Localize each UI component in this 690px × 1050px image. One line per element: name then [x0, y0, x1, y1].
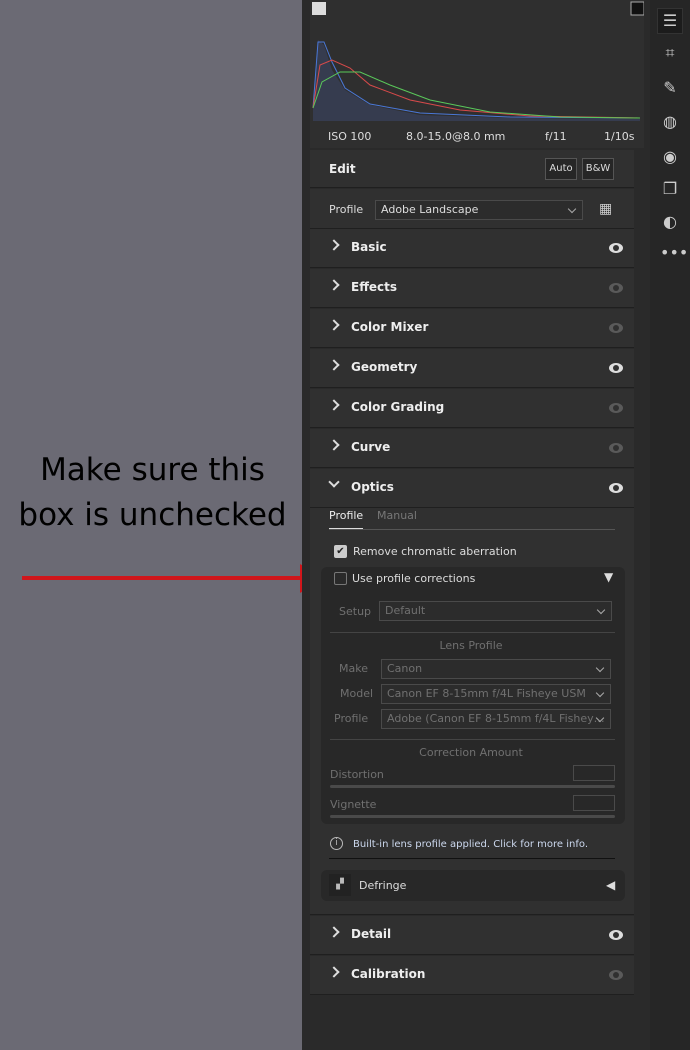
edit-title: Edit [329, 162, 356, 176]
section-color-mixer[interactable]: Color Mixer [310, 309, 634, 348]
divider [330, 739, 615, 740]
optics-body: Profile Manual ✔ Remove chromatic aberra… [310, 508, 634, 915]
masking-icon[interactable]: ◍ [660, 112, 680, 132]
distortion-label: Distortion [330, 768, 384, 781]
tab-manual[interactable]: Manual [377, 509, 417, 522]
chevron-right-icon [328, 359, 340, 371]
section-geometry[interactable]: Geometry [310, 349, 634, 388]
more-icon[interactable]: ••• [660, 243, 688, 263]
section-label: Geometry [351, 360, 418, 374]
setup-dropdown[interactable]: Default [379, 601, 612, 621]
aperture-readout: f/11 [545, 130, 567, 143]
section-label: Color Grading [351, 400, 445, 414]
eye-icon[interactable] [609, 323, 623, 333]
profile-dropdown[interactable]: Adobe Landscape [375, 200, 583, 220]
bw-button[interactable]: B&W [582, 158, 614, 180]
right-toolbar: ☰ ⌗ ✎ ◍ ◉ ❐ ◐ ••• [650, 0, 690, 1050]
vignette-slider[interactable] [330, 815, 615, 818]
use-profile-corrections-label: Use profile corrections [352, 572, 476, 585]
model-label: Model [340, 687, 374, 700]
eye-icon[interactable] [609, 363, 623, 373]
eye-icon[interactable] [609, 403, 623, 413]
expand-triangle-icon[interactable]: ◀ [606, 878, 615, 892]
histogram: ISO 100 8.0-15.0@8.0 mm f/11 1/10s [310, 0, 644, 148]
eye-icon[interactable] [609, 930, 623, 940]
section-color-grading[interactable]: Color Grading [310, 389, 634, 428]
chevron-right-icon [328, 439, 340, 451]
eye-icon[interactable] [609, 443, 623, 453]
vignette-value-field[interactable] [573, 795, 615, 811]
chevron-right-icon [328, 319, 340, 331]
make-dropdown[interactable]: Canon [381, 659, 611, 679]
profile-browser-icon[interactable]: ▦ [599, 201, 612, 217]
chevron-right-icon [328, 399, 340, 411]
lens-profile-heading: Lens Profile [439, 639, 503, 652]
profile-label: Profile [329, 203, 364, 216]
edit-header: Edit Auto B&W [310, 150, 634, 188]
section-curve[interactable]: Curve [310, 429, 634, 468]
edit-sliders-icon[interactable]: ☰ [657, 8, 683, 34]
section-detail[interactable]: Detail [310, 916, 634, 955]
section-basic[interactable]: Basic [310, 229, 634, 268]
annotation-arrow [22, 564, 324, 593]
defringe-label: Defringe [359, 879, 407, 892]
model-dropdown[interactable]: Canon EF 8-15mm f/4L Fisheye USM [381, 684, 611, 704]
section-label: Detail [351, 927, 392, 941]
lens-profile-dropdown[interactable]: Adobe (Canon EF 8-15mm f/4L Fishey… [381, 709, 611, 729]
info-icon: i [330, 837, 343, 850]
snapshots-icon[interactable]: ❐ [660, 179, 680, 199]
lens-profile-label: Profile [334, 712, 369, 725]
profile-row: Profile Adobe Landscape ▦ [310, 189, 634, 229]
tab-divider [329, 529, 615, 530]
remove-ca-checkbox[interactable]: ✔ [334, 545, 347, 558]
highlight-clipping-icon[interactable] [630, 1, 644, 16]
section-label: Basic [351, 240, 387, 254]
chevron-right-icon [328, 966, 340, 978]
section-label: Optics [351, 480, 394, 494]
vignette-label: Vignette [330, 798, 377, 811]
chevron-right-icon [328, 926, 340, 938]
lens-info-link[interactable]: Built-in lens profile applied. Click for… [353, 839, 588, 850]
chevron-right-icon [328, 279, 340, 291]
divider [330, 632, 615, 633]
red-eye-icon[interactable]: ◉ [660, 147, 680, 167]
use-profile-corrections-checkbox[interactable] [334, 572, 347, 585]
defringe-icon: ▞ [329, 874, 351, 896]
setup-label: Setup [339, 605, 372, 618]
eye-icon[interactable] [609, 483, 623, 493]
section-label: Curve [351, 440, 391, 454]
chevron-right-icon [328, 239, 340, 251]
shutter-readout: 1/10s [604, 130, 635, 143]
chevron-down-icon [328, 476, 340, 488]
section-label: Color Mixer [351, 320, 429, 334]
crop-icon[interactable]: ⌗ [660, 43, 680, 63]
shadow-clipping-icon[interactable] [312, 2, 326, 15]
make-label: Make [339, 662, 368, 675]
divider [329, 858, 615, 859]
eye-icon[interactable] [609, 283, 623, 293]
eye-icon[interactable] [609, 970, 623, 980]
defringe-row[interactable]: ▞ Defringe ◀ [321, 870, 625, 901]
presets-icon[interactable]: ◐ [660, 212, 680, 232]
distortion-value-field[interactable] [573, 765, 615, 781]
profile-corrections-box: Use profile corrections ▼ Setup Default … [321, 567, 625, 824]
correction-amount-heading: Correction Amount [419, 746, 523, 759]
auto-button[interactable]: Auto [545, 158, 577, 180]
tab-profile[interactable]: Profile [329, 509, 364, 529]
section-calibration[interactable]: Calibration [310, 956, 634, 995]
section-label: Calibration [351, 967, 426, 981]
lens-readout: 8.0-15.0@8.0 mm [406, 130, 506, 143]
remove-ca-label: Remove chromatic aberration [353, 545, 517, 558]
distortion-slider[interactable] [330, 785, 615, 788]
healing-icon[interactable]: ✎ [660, 78, 680, 98]
section-label: Effects [351, 280, 398, 294]
section-effects[interactable]: Effects [310, 269, 634, 308]
annotation-text: Make sure this box is unchecked [18, 452, 287, 533]
collapse-triangle-icon[interactable]: ▼ [604, 570, 613, 584]
iso-readout: ISO 100 [328, 130, 372, 143]
section-optics[interactable]: Optics [310, 469, 634, 508]
eye-icon[interactable] [609, 243, 623, 253]
